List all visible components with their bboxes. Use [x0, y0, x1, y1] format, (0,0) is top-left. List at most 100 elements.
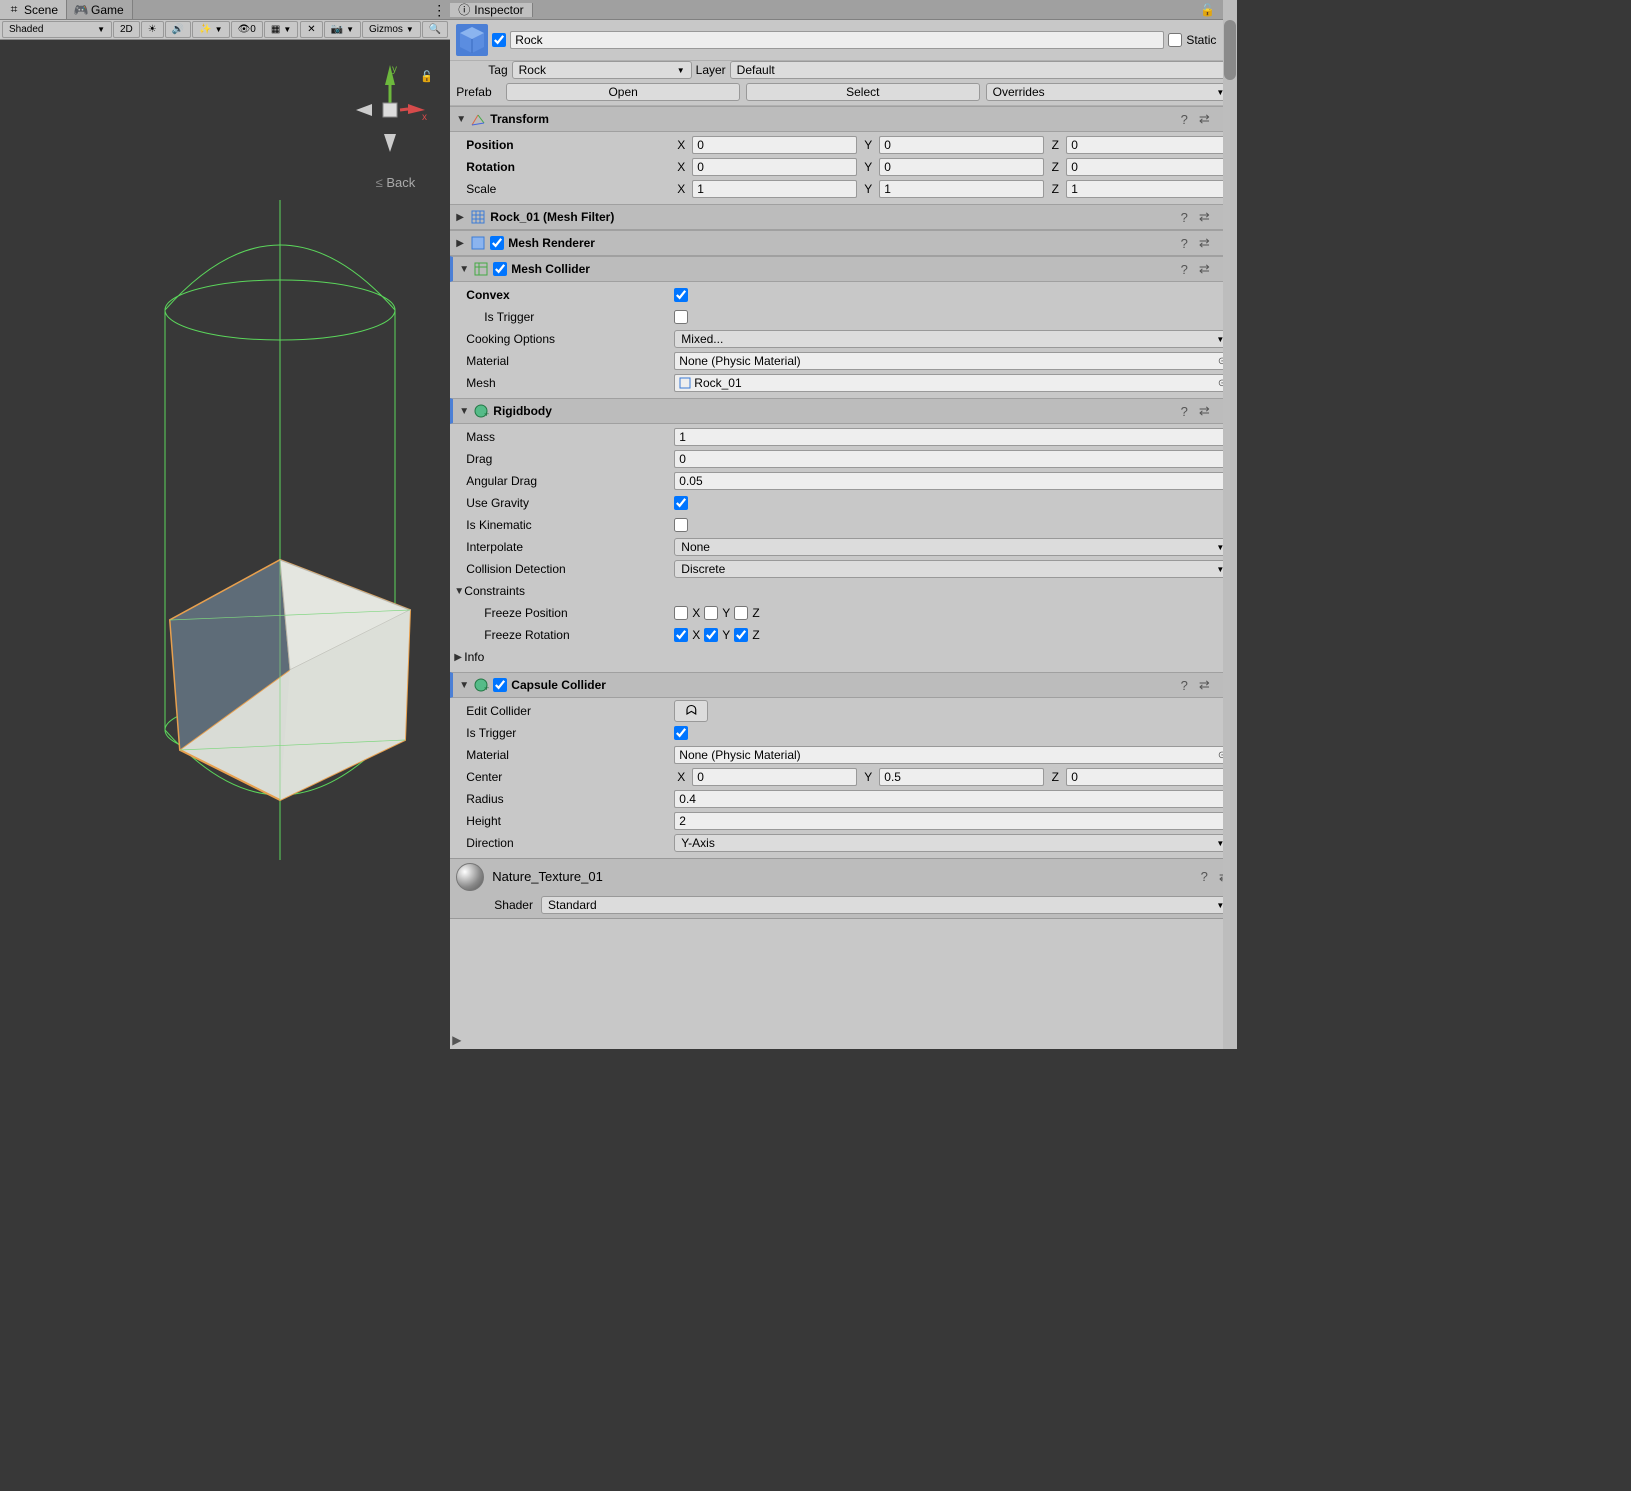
rotation-z[interactable] — [1066, 158, 1231, 176]
position-y[interactable] — [879, 136, 1044, 154]
help-icon[interactable]: ? — [1197, 870, 1211, 884]
capsule-header[interactable]: ▼ + Capsule Collider ?⇄⋮ — [450, 672, 1237, 698]
tab-inspector[interactable]: ⓘ Inspector — [450, 3, 532, 17]
preset-icon[interactable]: ⇄ — [1197, 678, 1211, 692]
scene-viewport[interactable]: y x 🔓 ≤ Back — [0, 40, 450, 1049]
usegravity-checkbox[interactable] — [674, 496, 688, 510]
capsule-icon: + — [473, 677, 489, 693]
collapse-arrow-icon[interactable]: ▶ — [452, 1033, 461, 1047]
foldout-icon[interactable]: ▼ — [456, 114, 466, 125]
rotation-y[interactable] — [879, 158, 1044, 176]
gizmos-dropdown[interactable]: Gizmos▼ — [362, 21, 421, 38]
meshrenderer-enabled[interactable] — [490, 236, 504, 250]
tab-scene[interactable]: ⌗ Scene — [0, 0, 67, 19]
preset-icon[interactable]: ⇄ — [1197, 112, 1211, 126]
transform-header[interactable]: ▼ Transform ?⇄⋮ — [450, 106, 1237, 132]
scale-z[interactable] — [1066, 180, 1231, 198]
mc-istrigger-label: Is Trigger — [466, 310, 674, 324]
mc-istrigger-checkbox[interactable] — [674, 310, 688, 324]
freezepos-x[interactable] — [674, 606, 688, 620]
audio-icon[interactable]: 🔊 — [165, 21, 191, 38]
freezerot-x[interactable] — [674, 628, 688, 642]
fx-icon[interactable]: ✨▼ — [192, 21, 229, 38]
preset-icon[interactable]: ⇄ — [1197, 404, 1211, 418]
shader-dropdown[interactable]: Standard▼ — [541, 896, 1231, 914]
static-checkbox[interactable] — [1168, 33, 1182, 47]
gameobject-active-checkbox[interactable] — [492, 33, 506, 47]
meshcollider-header[interactable]: ▼ Mesh Collider ?⇄⋮ — [450, 256, 1237, 282]
help-icon[interactable]: ? — [1177, 210, 1191, 224]
freezepos-z[interactable] — [734, 606, 748, 620]
angulardrag-input[interactable] — [674, 472, 1231, 490]
camera-icon[interactable]: 📷▼ — [324, 21, 361, 38]
rigidbody-header[interactable]: ▼ + Rigidbody ?⇄⋮ — [450, 398, 1237, 424]
layer-dropdown[interactable]: Default▼ — [730, 61, 1238, 79]
center-x[interactable] — [692, 768, 857, 786]
rotation-x[interactable] — [692, 158, 857, 176]
search-icon[interactable]: 🔍 — [422, 21, 448, 38]
help-icon[interactable]: ? — [1177, 112, 1191, 126]
tag-dropdown[interactable]: Rock▼ — [512, 61, 692, 79]
position-z[interactable] — [1066, 136, 1231, 154]
foldout-icon[interactable]: ▶ — [456, 212, 466, 223]
prefab-overrides-dropdown[interactable]: Overrides▼ — [986, 83, 1232, 101]
cc-material-field[interactable]: None (Physic Material)⊙ — [674, 746, 1231, 764]
direction-dropdown[interactable]: Y-Axis▼ — [674, 834, 1231, 852]
scale-x[interactable] — [692, 180, 857, 198]
mc-material-field[interactable]: None (Physic Material)⊙ — [674, 352, 1231, 370]
freezerot-y[interactable] — [704, 628, 718, 642]
height-input[interactable] — [674, 812, 1231, 830]
foldout-icon[interactable]: ▼ — [459, 406, 469, 417]
cc-istrigger-checkbox[interactable] — [674, 726, 688, 740]
help-icon[interactable]: ? — [1177, 236, 1191, 250]
center-y[interactable] — [879, 768, 1044, 786]
toggle-2d[interactable]: 2D — [113, 21, 140, 38]
shading-dropdown[interactable]: Shaded▼ — [2, 21, 112, 38]
prefab-select-button[interactable]: Select — [746, 83, 980, 101]
mass-input[interactable] — [674, 428, 1231, 446]
orientation-gizmo[interactable]: y x 🔓 — [350, 60, 430, 160]
foldout-icon[interactable]: ▼ — [459, 680, 469, 691]
hidden-objects[interactable]: 👁0 — [231, 21, 263, 38]
position-x[interactable] — [692, 136, 857, 154]
preset-icon[interactable]: ⇄ — [1197, 210, 1211, 224]
interpolate-dropdown[interactable]: None▼ — [674, 538, 1231, 556]
grid-icon[interactable]: ▦▼ — [264, 21, 298, 38]
meshfilter-icon — [470, 209, 486, 225]
meshcollider-enabled[interactable] — [493, 262, 507, 276]
collision-dropdown[interactable]: Discrete▼ — [674, 560, 1231, 578]
center-z[interactable] — [1066, 768, 1231, 786]
panel-menu-icon[interactable]: ⋮ — [432, 2, 446, 19]
material-name: Nature_Texture_01 — [492, 869, 1189, 884]
gameobject-name-input[interactable] — [510, 31, 1164, 49]
lock-icon[interactable]: 🔓 — [1200, 3, 1215, 17]
help-icon[interactable]: ? — [1177, 262, 1191, 276]
scale-y[interactable] — [879, 180, 1044, 198]
mc-mesh-field[interactable]: Rock_01⊙ — [674, 374, 1231, 392]
preset-icon[interactable]: ⇄ — [1197, 262, 1211, 276]
cooking-dropdown[interactable]: Mixed...▼ — [674, 330, 1231, 348]
foldout-icon[interactable]: ▶ — [456, 238, 466, 249]
preset-icon[interactable]: ⇄ — [1197, 236, 1211, 250]
scrollbar[interactable] — [1223, 0, 1237, 1049]
info-foldout[interactable]: ▶ — [454, 652, 464, 663]
material-header[interactable]: Nature_Texture_01 ?⇄ — [450, 858, 1237, 894]
capsule-enabled[interactable] — [493, 678, 507, 692]
foldout-icon[interactable]: ▼ — [459, 264, 469, 275]
radius-input[interactable] — [674, 790, 1231, 808]
lighting-icon[interactable]: ☀ — [141, 21, 164, 38]
tools-icon[interactable]: ✕ — [300, 21, 322, 38]
prefab-open-button[interactable]: Open — [506, 83, 740, 101]
help-icon[interactable]: ? — [1177, 678, 1191, 692]
help-icon[interactable]: ? — [1177, 404, 1191, 418]
constraints-foldout[interactable]: ▼ — [454, 586, 464, 597]
drag-input[interactable] — [674, 450, 1231, 468]
convex-checkbox[interactable] — [674, 288, 688, 302]
tab-game[interactable]: 🎮 Game — [67, 0, 133, 19]
freezepos-y[interactable] — [704, 606, 718, 620]
meshfilter-header[interactable]: ▶ Rock_01 (Mesh Filter) ?⇄⋮ — [450, 204, 1237, 230]
editcollider-button[interactable]: ᗣ — [674, 700, 708, 722]
meshrenderer-header[interactable]: ▶ Mesh Renderer ?⇄⋮ — [450, 230, 1237, 256]
iskinematic-checkbox[interactable] — [674, 518, 688, 532]
freezerot-z[interactable] — [734, 628, 748, 642]
